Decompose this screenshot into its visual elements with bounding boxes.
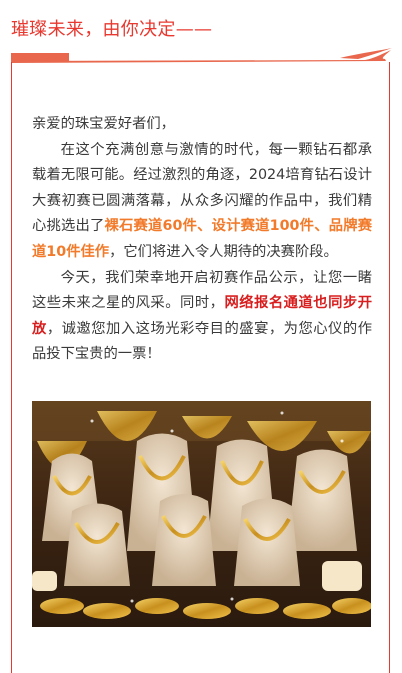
paragraph-announcement: 今天，我们荣幸地开启初赛作品公示，让您一睹这些未来之星的风采。同时，网络报名通道… <box>32 266 372 368</box>
results-text-end: ，它们将进入令人期待的决赛阶段。 <box>109 243 338 260</box>
announcement-text-end: ，诚邀您加入这场光彩夺目的盛宴，为您心仪的作品投下宝贵的一票！ <box>32 320 373 363</box>
jewelry-photo-illustration <box>32 401 371 627</box>
jewelry-display-photo <box>32 401 371 627</box>
greeting-paragraph: 亲爱的珠宝爱好者们， <box>32 116 175 132</box>
paragraph-results: 在这个充满创意与激情的时代，每一颗钻石都承载着无限可能。经过激烈的角逐，2024… <box>32 138 372 266</box>
article-body: 亲爱的珠宝爱好者们， 在这个充满创意与激情的时代，每一颗钻石都承载着无限可能。经… <box>32 112 372 368</box>
page-title: 璀璨未来，由你决定—— <box>11 19 213 40</box>
